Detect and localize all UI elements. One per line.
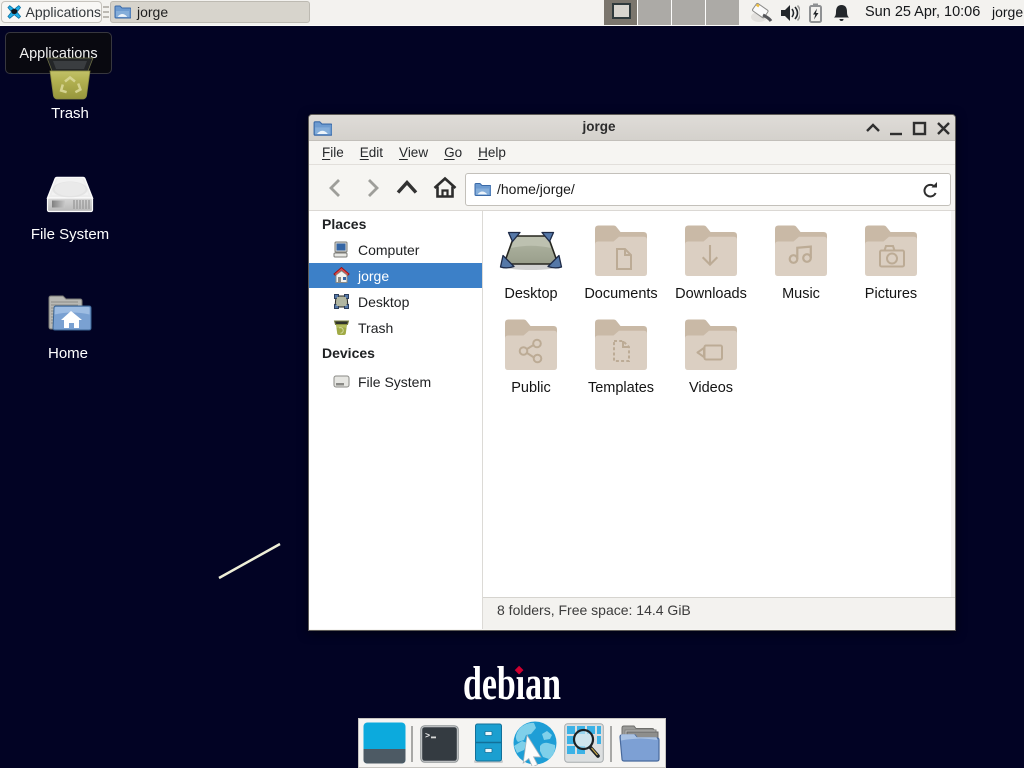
svg-text:File System: File System (31, 226, 109, 243)
svg-text:debıan: debıan (463, 657, 561, 710)
svg-text:Home: Home (48, 345, 88, 362)
svg-text:Trash: Trash (51, 105, 89, 122)
svg-text:>: > (425, 731, 430, 741)
